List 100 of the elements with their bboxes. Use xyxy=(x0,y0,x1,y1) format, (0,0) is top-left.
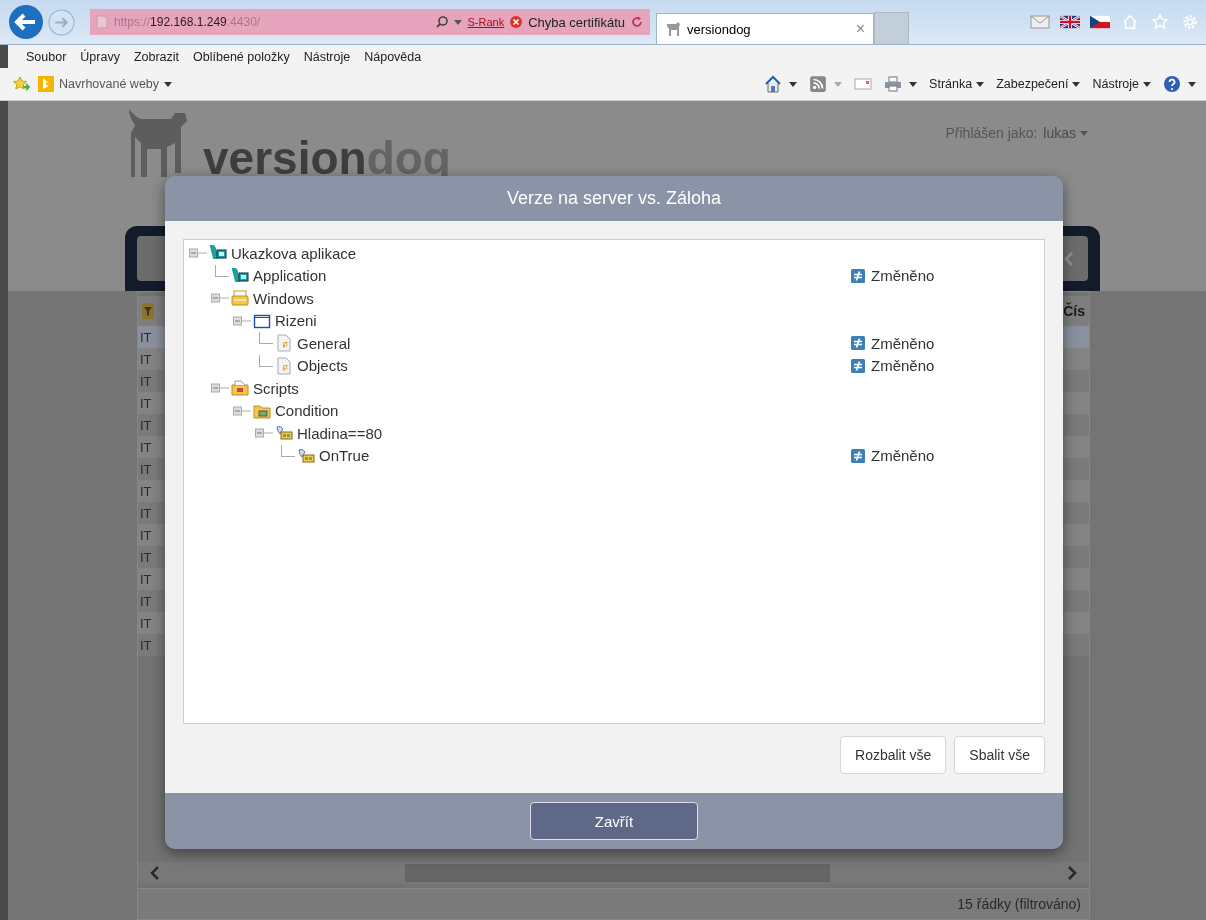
not-equal-icon xyxy=(851,358,865,373)
tree-toggle-icon[interactable] xyxy=(233,404,251,417)
feeds-button[interactable] xyxy=(809,75,843,93)
tree-node-label[interactable]: General xyxy=(297,334,351,352)
table-cell: IT xyxy=(140,373,152,389)
error-icon xyxy=(509,15,524,29)
close-button[interactable]: Zavřít xyxy=(530,802,698,840)
czech-flag-icon[interactable] xyxy=(1090,14,1110,30)
tree-node-label[interactable]: Application xyxy=(253,267,327,285)
table-cell: IT xyxy=(140,417,152,433)
table-cell: IT xyxy=(140,571,152,587)
tree-node-label[interactable]: Hladina==80 xyxy=(297,424,383,442)
help-button[interactable] xyxy=(1163,75,1196,93)
table-cell: IT xyxy=(140,549,152,565)
tree-toggle-icon[interactable] xyxy=(211,382,229,395)
back-button[interactable] xyxy=(8,4,44,40)
chevron-left-icon[interactable] xyxy=(1064,251,1074,266)
document-icon xyxy=(275,356,293,375)
scroll-right-icon[interactable] xyxy=(1067,866,1077,880)
tree-toggle-icon[interactable] xyxy=(189,247,207,260)
favorites-star-icon[interactable] xyxy=(12,76,30,92)
horizontal-scrollbar[interactable] xyxy=(138,862,1089,884)
table-cell: IT xyxy=(140,593,152,609)
tree-node-label[interactable]: Rizeni xyxy=(275,312,317,330)
refresh-icon[interactable] xyxy=(630,15,644,29)
filter-icon[interactable] xyxy=(142,303,154,319)
caret-icon xyxy=(909,81,918,87)
dog-icon xyxy=(665,21,681,37)
print-button[interactable] xyxy=(884,75,918,93)
settings-icon[interactable] xyxy=(1180,14,1200,30)
read-mail-icon[interactable] xyxy=(854,77,873,91)
tree-node-label[interactable]: Windows xyxy=(253,289,314,307)
certificate-error[interactable]: Chyba certifikátu xyxy=(528,14,625,30)
tree-toggle-icon[interactable] xyxy=(255,427,273,440)
caret-icon xyxy=(789,81,798,87)
dialog-title: Verze na server vs. Záloha xyxy=(506,188,722,209)
menu-item[interactable]: Soubor xyxy=(26,49,67,64)
tree-node-label[interactable]: Ukazkova aplikace xyxy=(231,244,357,262)
row-count: 15 řádky (filtrováno) xyxy=(957,896,1081,912)
rank-link[interactable]: S-Rank xyxy=(467,16,505,28)
close-tab-button[interactable]: × xyxy=(855,20,865,38)
command-menu[interactable]: Stránka xyxy=(929,77,985,91)
caret-icon xyxy=(1072,81,1081,87)
table-cell: IT xyxy=(140,329,152,345)
menu-item[interactable]: Nápověda xyxy=(364,49,422,64)
command-menu[interactable]: Zabezpečení xyxy=(996,77,1081,91)
caret-icon xyxy=(834,81,843,87)
forward-button[interactable] xyxy=(48,8,75,36)
caret-icon xyxy=(164,81,173,87)
document-icon xyxy=(275,334,293,353)
caret-icon xyxy=(1143,81,1151,87)
not-equal-icon xyxy=(851,448,865,463)
caret-icon xyxy=(1080,130,1088,136)
tree-node-label[interactable]: Scripts xyxy=(253,379,299,397)
table-cell: IT xyxy=(140,351,152,367)
menu-item[interactable]: Nástroje xyxy=(303,49,351,64)
table-cell: IT xyxy=(140,483,152,499)
tree-node-label[interactable]: Objects xyxy=(297,357,348,375)
not-equal-icon xyxy=(851,268,865,283)
tree-toggle-icon[interactable] xyxy=(211,292,229,305)
tree-node-label[interactable]: Condition xyxy=(275,402,339,420)
home-button[interactable] xyxy=(764,75,798,93)
new-tab-button[interactable] xyxy=(874,12,909,44)
search-icon[interactable] xyxy=(435,15,450,29)
caret-icon xyxy=(976,81,985,87)
table-cell: IT xyxy=(140,461,152,477)
menu-item[interactable]: Úpravy xyxy=(80,49,120,64)
caret-icon[interactable] xyxy=(454,19,463,25)
windows-folder-icon xyxy=(231,289,249,308)
caret-icon xyxy=(1188,81,1196,87)
table-cell: IT xyxy=(140,439,152,455)
uk-flag-icon[interactable] xyxy=(1060,14,1080,30)
menu-item[interactable]: Zobrazit xyxy=(133,49,180,64)
tree-toggle-icon[interactable] xyxy=(233,314,251,327)
change-status: Změněno xyxy=(871,447,935,465)
script-icon xyxy=(275,424,293,443)
suggested-sites-button[interactable]: Navrhované weby xyxy=(38,76,173,92)
script-icon xyxy=(297,446,315,465)
suggested-sites-icon xyxy=(38,76,54,92)
change-status: Změněno xyxy=(871,267,935,285)
tree-node-label[interactable]: OnTrue xyxy=(319,447,370,465)
table-cell: IT xyxy=(140,395,152,411)
change-status: Změněno xyxy=(871,334,935,352)
address-bar[interactable]: https://192.168.1.249:4430/ S-Rank Chyba certifikátu xyxy=(90,9,650,35)
menu-item[interactable]: Oblíbené položky xyxy=(193,49,290,64)
page-icon xyxy=(96,15,108,29)
mail-icon[interactable] xyxy=(1030,14,1050,30)
table-cell: IT xyxy=(140,637,152,653)
table-cell: IT xyxy=(140,505,152,521)
table-cell: IT xyxy=(140,615,152,631)
change-status: Změněno xyxy=(871,357,935,375)
home-icon[interactable] xyxy=(1120,14,1140,30)
browser-tab[interactable]: versiondog × xyxy=(656,13,874,44)
star-icon[interactable] xyxy=(1150,14,1170,30)
tree-action-button[interactable]: Rozbalit vše xyxy=(840,736,947,774)
tree-action-button[interactable]: Sbalit vše xyxy=(954,736,1045,774)
command-menu[interactable]: Nástroje xyxy=(1092,77,1151,91)
column-header[interactable]: Čís xyxy=(1063,303,1085,319)
scroll-left-icon[interactable] xyxy=(150,866,160,880)
table-cell: IT xyxy=(140,527,152,543)
